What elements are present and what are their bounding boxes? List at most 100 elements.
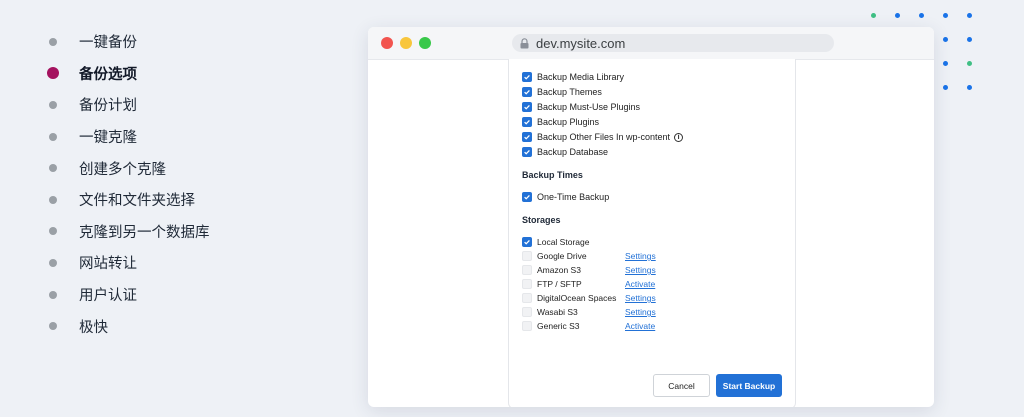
storage-row[interactable]: Generic S3 Activate [522,319,655,333]
start-backup-button[interactable]: Start Backup [716,374,782,397]
checkbox-checked[interactable] [522,132,532,142]
backup-option-row[interactable]: Backup Must-Use Plugins [522,100,640,114]
storage-label: DigitalOcean Spaces [537,293,617,303]
storage-activate-link[interactable]: Activate [625,321,655,331]
checkbox-checked[interactable] [522,147,532,157]
feature-item[interactable]: 创建多个克隆 [44,152,210,184]
backup-option-row[interactable]: Backup Themes [522,85,602,99]
checkbox-unchecked[interactable] [522,265,532,275]
feature-label: 网站转让 [79,256,137,273]
backup-option-row[interactable]: Backup Media Library [522,70,624,84]
checkbox-unchecked[interactable] [522,293,532,303]
decorative-dot [871,13,876,18]
storage-label: Amazon S3 [537,265,581,275]
checkbox-unchecked[interactable] [522,307,532,317]
maximize-window-button[interactable] [419,37,431,49]
storage-label: FTP / SFTP [537,279,582,289]
cancel-button[interactable]: Cancel [653,374,710,397]
feature-label: 极快 [79,319,108,336]
backup-option-row[interactable]: Backup Other Files In wp-content i [522,130,684,144]
backup-option-label: Backup Database [537,147,609,157]
storage-activate-link[interactable]: Activate [625,279,655,289]
checkmark-icon [524,134,530,140]
lock-icon [518,37,530,49]
checkmark-icon [524,239,530,245]
storage-settings-link[interactable]: Settings [625,293,656,303]
checkbox-unchecked[interactable] [522,279,532,289]
storages-title: Storages [522,215,561,225]
storage-row[interactable]: Wasabi S3 Settings [522,305,656,319]
storage-settings-link[interactable]: Settings [625,251,656,261]
checkbox-checked[interactable] [522,237,532,247]
backup-option-label: Backup Other Files In wp-content [537,132,671,142]
storage-row[interactable]: DigitalOcean Spaces Settings [522,291,656,305]
info-icon[interactable]: i [674,132,684,142]
feature-list: 一键备份 备份选项 备份计划 一键克隆 创建多个克隆 文件和文件夹选择 克隆到另… [44,26,210,342]
backup-option-label: Backup Plugins [537,117,600,127]
browser-window: dev.mysite.com Backup Media Library Back… [368,27,934,407]
feature-item[interactable]: 极快 [44,310,210,342]
feature-item-active[interactable]: 备份选项 [44,58,210,90]
decorative-dot [967,61,972,66]
backup-option-row[interactable]: Backup Database [522,145,608,159]
storage-row[interactable]: FTP / SFTP Activate [522,277,655,291]
backup-time-row[interactable]: One-Time Backup [522,190,609,204]
backup-option-row[interactable]: Backup Plugins [522,115,599,129]
minimize-window-button[interactable] [400,37,412,49]
bullet-icon [49,195,57,204]
storage-row[interactable]: Google Drive Settings [522,249,656,263]
feature-item[interactable]: 用户认证 [44,279,210,311]
bullet-icon [49,100,57,109]
feature-label: 克隆到另一个数据库 [79,224,210,241]
storage-label: Local Storage [537,237,590,247]
checkbox-unchecked[interactable] [522,251,532,261]
decorative-dot [943,13,948,18]
decorative-dot [967,13,972,18]
checkmark-icon [524,194,530,200]
decorative-dot [943,85,948,90]
storage-label: Generic S3 [537,321,580,331]
address-bar[interactable]: dev.mysite.com [512,34,834,52]
bullet-icon [49,322,57,331]
feature-label: 备份计划 [79,98,137,115]
decorative-dot [919,13,924,18]
feature-item[interactable]: 克隆到另一个数据库 [44,216,210,248]
url-text: dev.mysite.com [536,35,626,51]
decorative-dot [943,37,948,42]
checkbox-checked[interactable] [522,192,532,202]
bullet-icon [47,67,59,80]
decorative-dot [967,85,972,90]
storage-row[interactable]: Local Storage [522,235,625,249]
feature-item[interactable]: 一键备份 [44,26,210,58]
backup-time-label: One-Time Backup [537,192,610,202]
backup-option-label: Backup Must-Use Plugins [537,102,641,112]
checkbox-checked[interactable] [522,102,532,112]
checkbox-checked[interactable] [522,117,532,127]
feature-item[interactable]: 文件和文件夹选择 [44,184,210,216]
checkbox-checked[interactable] [522,72,532,82]
feature-label: 一键克隆 [79,130,137,147]
feature-label: 一键备份 [79,35,137,52]
checkbox-checked[interactable] [522,87,532,97]
feature-label: 创建多个克隆 [79,161,166,178]
feature-item[interactable]: 备份计划 [44,89,210,121]
feature-label: 用户认证 [79,288,137,305]
feature-item[interactable]: 网站转让 [44,247,210,279]
storage-label: Google Drive [537,251,587,261]
bullet-icon [49,132,57,141]
checkbox-unchecked[interactable] [522,321,532,331]
storage-settings-link[interactable]: Settings [625,265,656,275]
backup-option-label: Backup Themes [537,87,602,97]
storage-row[interactable]: Amazon S3 Settings [522,263,656,277]
browser-title-bar: dev.mysite.com [368,27,934,60]
decorative-dot [967,37,972,42]
close-window-button[interactable] [381,37,393,49]
checkmark-icon [524,119,530,125]
storage-settings-link[interactable]: Settings [625,307,656,317]
feature-label: 备份选项 [79,66,137,83]
backup-times-title: Backup Times [522,170,583,180]
backup-options-panel: Backup Media Library Backup Themes Backu… [508,59,796,407]
bullet-icon [49,290,57,299]
feature-item[interactable]: 一键克隆 [44,121,210,153]
bullet-icon [49,258,57,267]
